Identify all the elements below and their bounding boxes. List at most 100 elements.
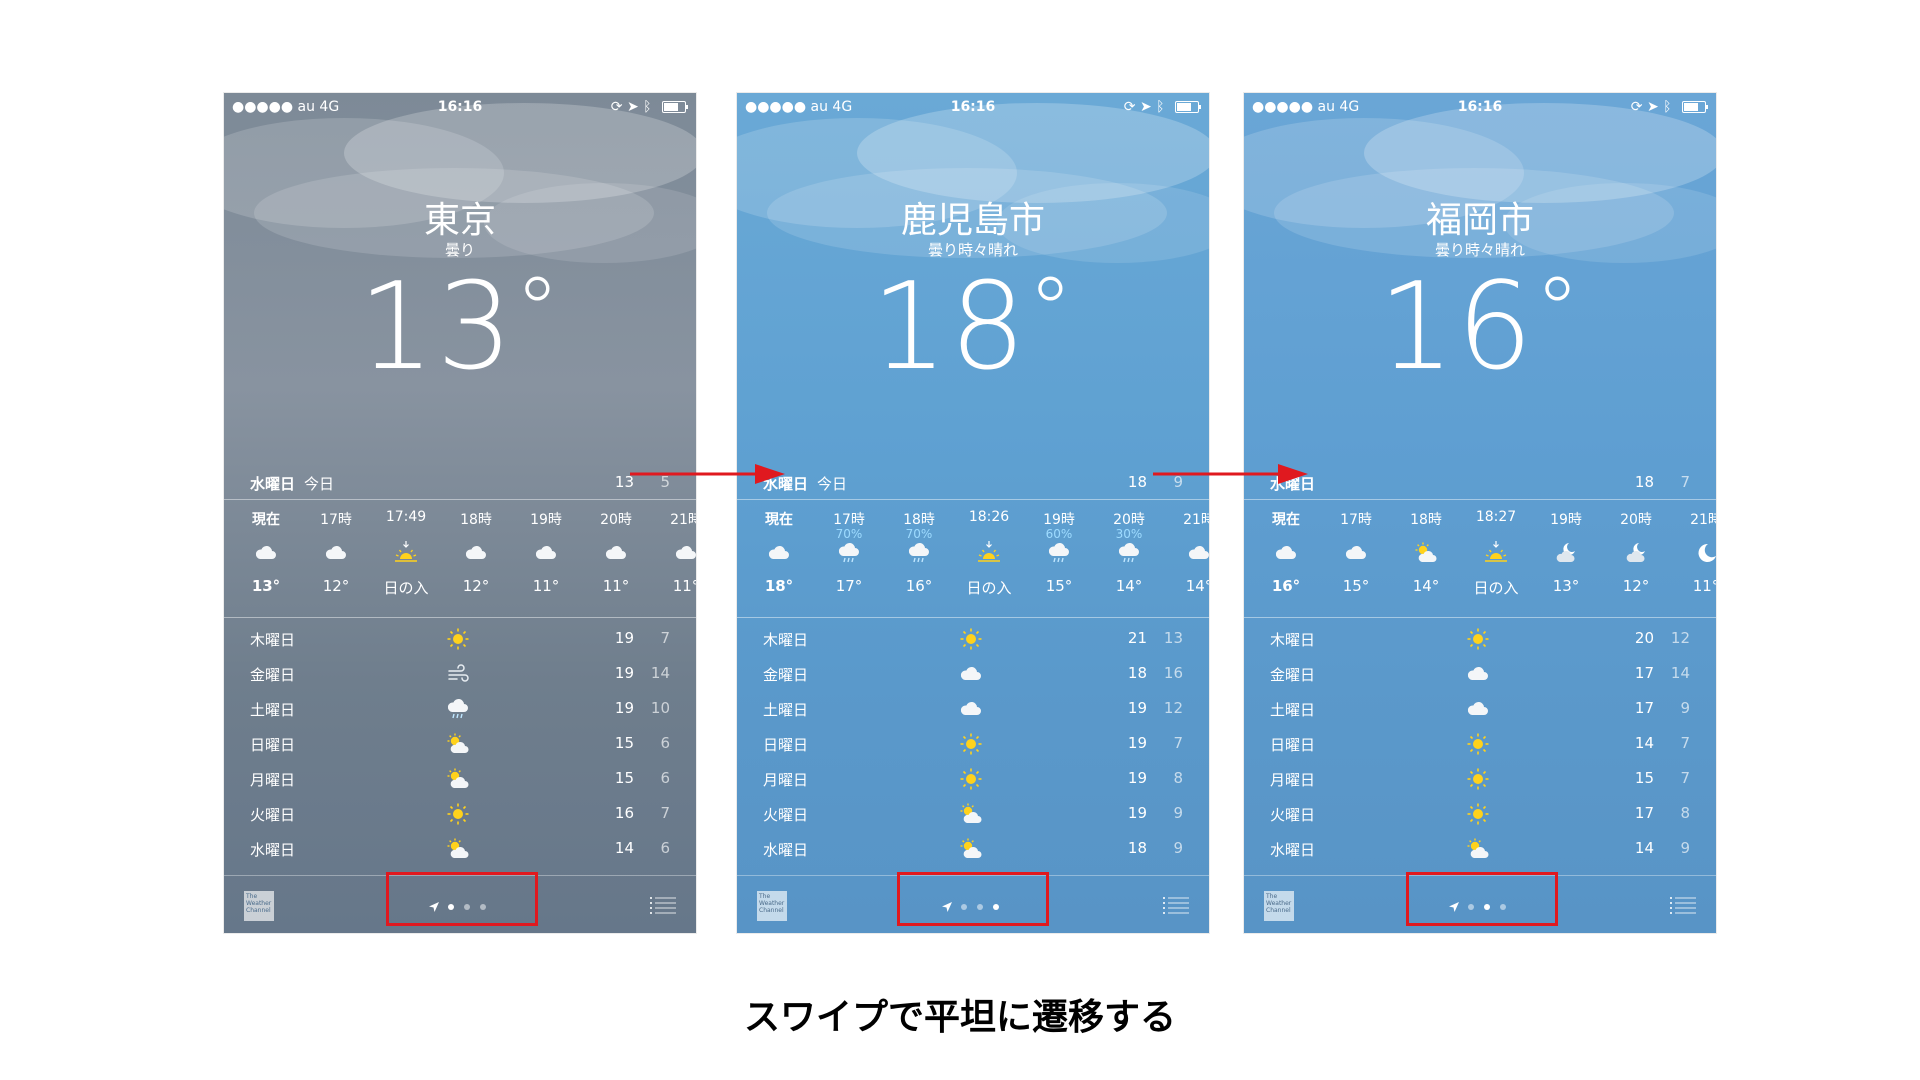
hour-time: 18時 xyxy=(1410,512,1442,528)
hourly-forecast[interactable]: 現在 13° 17時 12° 17:49 日の入 18時 12° 19時 11°… xyxy=(224,503,696,613)
day-high: 15 xyxy=(1634,769,1654,787)
day-low: 7 xyxy=(1173,734,1183,752)
hour-value: 日の入 xyxy=(1473,579,1519,597)
cloud-icon xyxy=(534,541,558,565)
status-bar: ●●●●● au 4G 16:16 ⟳ ➤ ᛒ xyxy=(224,93,696,121)
sunset-icon xyxy=(977,541,1001,565)
day-low: 12 xyxy=(1670,629,1690,647)
precip-chance: 70% xyxy=(905,527,933,541)
cloud-icon xyxy=(1466,697,1490,721)
today-label: 今日 xyxy=(304,475,335,493)
daily-row: 月曜日 15 6 xyxy=(224,761,696,796)
cloud-icon xyxy=(959,697,983,721)
condition-text: 曇り xyxy=(444,241,475,259)
degree-symbol: ° xyxy=(1534,258,1582,363)
hour-value: 12° xyxy=(462,577,490,595)
day-high: 19 xyxy=(614,629,634,647)
hour-time: 現在 xyxy=(1272,512,1300,528)
day-name: 水曜日 xyxy=(763,841,809,859)
hour-value: 14° xyxy=(1185,577,1209,595)
daily-row: 水曜日 18 9 xyxy=(737,831,1209,866)
day-name: 木曜日 xyxy=(763,631,809,649)
hour-value: 11° xyxy=(1692,577,1716,595)
day-low: 16 xyxy=(1163,664,1183,682)
daily-row: 月曜日 15 7 xyxy=(1244,761,1716,796)
day-name: 木曜日 xyxy=(1270,631,1316,649)
hour-value: 17° xyxy=(835,577,863,595)
daily-row: 水曜日 14 9 xyxy=(1244,831,1716,866)
battery-icon xyxy=(1175,101,1201,113)
divider xyxy=(224,499,696,500)
current-temperature: 13° xyxy=(224,258,696,397)
daily-row: 火曜日 17 8 xyxy=(1244,796,1716,831)
daily-row: 金曜日 19 14 xyxy=(224,656,696,691)
weather-screen-1[interactable]: ●●●●● au 4G 16:16 ⟳ ➤ ᛒ 東京 曇り 13° 水曜日 今日 1… xyxy=(224,93,696,933)
sun-icon xyxy=(959,627,983,651)
divider xyxy=(1244,617,1716,618)
day-name: 火曜日 xyxy=(763,806,809,824)
day-high: 14 xyxy=(1634,839,1654,857)
day-name: 土曜日 xyxy=(1270,701,1316,719)
hour-value: 15° xyxy=(1342,577,1370,595)
sun-icon xyxy=(446,627,470,651)
daily-row: 木曜日 20 12 xyxy=(1244,621,1716,656)
rain-cloud-icon xyxy=(1117,541,1141,565)
degree-symbol: ° xyxy=(1027,258,1075,363)
cloud-icon xyxy=(464,541,488,565)
cloud-icon xyxy=(604,541,628,565)
hourly-forecast[interactable]: 現在 18° 17時 70% 17° 18時 70% 16° 18:26 日の入… xyxy=(737,503,1209,613)
status-bar: ●●●●● au 4G 16:16 ⟳ ➤ ᛒ xyxy=(737,93,1209,121)
caption: スワイプで平坦に遷移する xyxy=(743,997,1176,1038)
today-summary: 水曜日 今日 18 9 xyxy=(737,473,1209,497)
partly-cloudy-icon xyxy=(446,837,470,861)
battery-icon xyxy=(662,101,688,113)
daily-row: 火曜日 19 9 xyxy=(737,796,1209,831)
day-name: 木曜日 xyxy=(250,631,296,649)
day-name: 火曜日 xyxy=(1270,806,1316,824)
divider xyxy=(737,499,1209,500)
list-icon[interactable] xyxy=(1670,896,1696,914)
today-summary: 水曜日 今日 13 5 xyxy=(224,473,696,497)
list-icon[interactable] xyxy=(650,896,676,914)
hour-value: 11° xyxy=(602,577,630,595)
sun-icon xyxy=(446,802,470,826)
condition-text: 曇り時々晴れ xyxy=(1434,241,1525,259)
today-summary: 水曜日 18 7 xyxy=(1244,473,1716,497)
cloud-icon xyxy=(324,541,348,565)
weather-screen-2[interactable]: ●●●●● au 4G 16:16 ⟳ ➤ ᛒ 鹿児島市 曇り時々晴れ 18° 水曜… xyxy=(737,93,1209,933)
rain-cloud-icon xyxy=(907,541,931,565)
cloud-icon xyxy=(767,541,791,565)
cloud-icon xyxy=(959,662,983,686)
weather-screen-3[interactable]: ●●●●● au 4G 16:16 ⟳ ➤ ᛒ 福岡市 曇り時々晴れ 16° 水曜日… xyxy=(1244,93,1716,933)
hour-value: 日の入 xyxy=(966,579,1012,597)
hour-time: 21時 xyxy=(1183,512,1209,528)
hour-value: 日の入 xyxy=(383,579,429,597)
rain-cloud-icon xyxy=(1047,541,1071,565)
daily-row: 水曜日 14 6 xyxy=(224,831,696,866)
day-low: 9 xyxy=(1173,804,1183,822)
hour-time: 17時 xyxy=(1340,512,1372,528)
day-high: 19 xyxy=(1127,699,1147,717)
day-high: 20 xyxy=(1634,629,1654,647)
day-low: 7 xyxy=(660,804,670,822)
rain-cloud-icon xyxy=(837,541,861,565)
day-low: 7 xyxy=(660,629,670,647)
cloud-icon xyxy=(1344,541,1368,565)
hour-value: 13° xyxy=(251,577,281,595)
sun-icon xyxy=(1466,802,1490,826)
today-high: 18 xyxy=(1634,473,1654,491)
lock-rotation-icon: ⟳ xyxy=(610,99,623,115)
day-high: 15 xyxy=(614,734,634,752)
list-icon[interactable] xyxy=(1163,896,1189,914)
hour-value: 11° xyxy=(532,577,560,595)
hour-value: 15° xyxy=(1045,577,1073,595)
cloud-icon xyxy=(1466,662,1490,686)
daily-row: 木曜日 21 13 xyxy=(737,621,1209,656)
divider xyxy=(737,617,1209,618)
day-low: 9 xyxy=(1173,839,1183,857)
hourly-forecast[interactable]: 現在 16° 17時 15° 18時 14° 18:27 日の入 19時 13°… xyxy=(1244,503,1716,613)
today-day: 水曜日 xyxy=(250,475,296,493)
day-low: 13 xyxy=(1163,629,1183,647)
night-cloud-icon xyxy=(1624,541,1648,565)
day-name: 月曜日 xyxy=(250,771,296,789)
